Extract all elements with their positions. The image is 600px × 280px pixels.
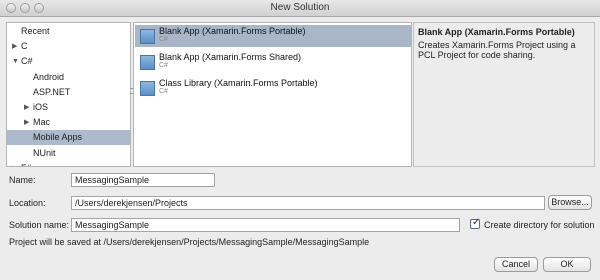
- category-item[interactable]: ▶ C: [7, 39, 130, 54]
- solution-name-label: Solution name:: [9, 220, 70, 230]
- location-input[interactable]: /Users/derekjensen/Projects: [71, 196, 545, 210]
- category-label: C#: [21, 56, 33, 67]
- disclosure-collapsed-icon[interactable]: ▶: [24, 100, 29, 115]
- project-template-icon: [140, 81, 155, 96]
- disclosure-collapsed-icon[interactable]: ▶: [12, 39, 17, 54]
- ok-button[interactable]: OK: [543, 257, 591, 272]
- template-item[interactable]: Blank App (Xamarin.Forms Shared) C#: [135, 51, 411, 73]
- template-name: Blank App (Xamarin.Forms Portable): [159, 26, 306, 36]
- description-text: Creates Xamarin.Forms Project using a PC…: [418, 40, 576, 60]
- category-label: Mobile Apps: [33, 132, 83, 143]
- template-language: C#: [159, 62, 168, 69]
- category-item[interactable]: ▼ C#: [7, 54, 130, 69]
- disclosure-expanded-icon[interactable]: ▼: [12, 54, 19, 69]
- category-item[interactable]: ▶ iOS: [7, 100, 130, 115]
- location-label: Location:: [9, 198, 46, 208]
- project-template-icon: [140, 55, 155, 70]
- name-label: Name:: [9, 175, 36, 185]
- cancel-button[interactable]: Cancel: [494, 257, 538, 272]
- create-directory-label: Create directory for solution: [484, 220, 595, 230]
- category-label: NUnit: [33, 147, 56, 158]
- disclosure-collapsed-icon[interactable]: ▶: [24, 115, 29, 130]
- category-item[interactable]: Recent: [7, 24, 130, 39]
- browse-button[interactable]: Browse...: [548, 195, 592, 210]
- create-directory-checkbox[interactable]: ✓: [470, 217, 481, 229]
- category-list[interactable]: Recent ▶ C ▼ C# Android ASP.NET ▶ iOS ▶ Mac Mobile …: [6, 22, 131, 167]
- title-bar: New Solution: [0, 0, 600, 17]
- category-label: Recent: [21, 26, 50, 36]
- name-input[interactable]: MessagingSample: [71, 173, 215, 187]
- template-item[interactable]: Class Library (Xamarin.Forms Portable) C#: [135, 77, 411, 99]
- solution-name-input[interactable]: MessagingSample: [71, 218, 460, 232]
- template-description-panel: Blank App (Xamarin.Forms Portable) Creat…: [413, 22, 595, 167]
- window-title: New Solution: [270, 2, 330, 13]
- category-label: Mac: [33, 117, 51, 128]
- template-language: C#: [159, 36, 168, 43]
- template-name: Class Library (Xamarin.Forms Portable): [159, 78, 318, 88]
- category-item[interactable]: Mobile Apps: [7, 130, 130, 146]
- category-label: F#: [21, 161, 32, 166]
- category-item[interactable]: Android: [7, 70, 130, 85]
- checkmark-icon: ✓: [472, 217, 481, 228]
- project-template-icon: [140, 29, 155, 44]
- template-language: C#: [159, 88, 168, 95]
- category-item[interactable]: ▶ Mac: [7, 115, 130, 130]
- template-list[interactable]: Blank App (Xamarin.Forms Portable) C# Blan…: [133, 22, 412, 167]
- category-item[interactable]: ▶ F#: [7, 161, 130, 166]
- category-item[interactable]: ASP.NET: [7, 85, 130, 100]
- category-label: Android: [33, 71, 65, 82]
- category-label: ASP.NET: [33, 86, 71, 97]
- template-name: Blank App (Xamarin.Forms Shared): [159, 52, 302, 62]
- disclosure-collapsed-icon[interactable]: ▶: [12, 161, 17, 166]
- category-item[interactable]: NUnit: [7, 146, 130, 161]
- template-item[interactable]: Blank App (Xamarin.Forms Portable) C#: [135, 25, 411, 47]
- category-label: iOS: [33, 102, 49, 112]
- description-title: Blank App (Xamarin.Forms Portable): [418, 27, 575, 37]
- category-label: C: [21, 41, 28, 52]
- save-path-info: Project will be saved at /Users/derekjen…: [9, 237, 370, 247]
